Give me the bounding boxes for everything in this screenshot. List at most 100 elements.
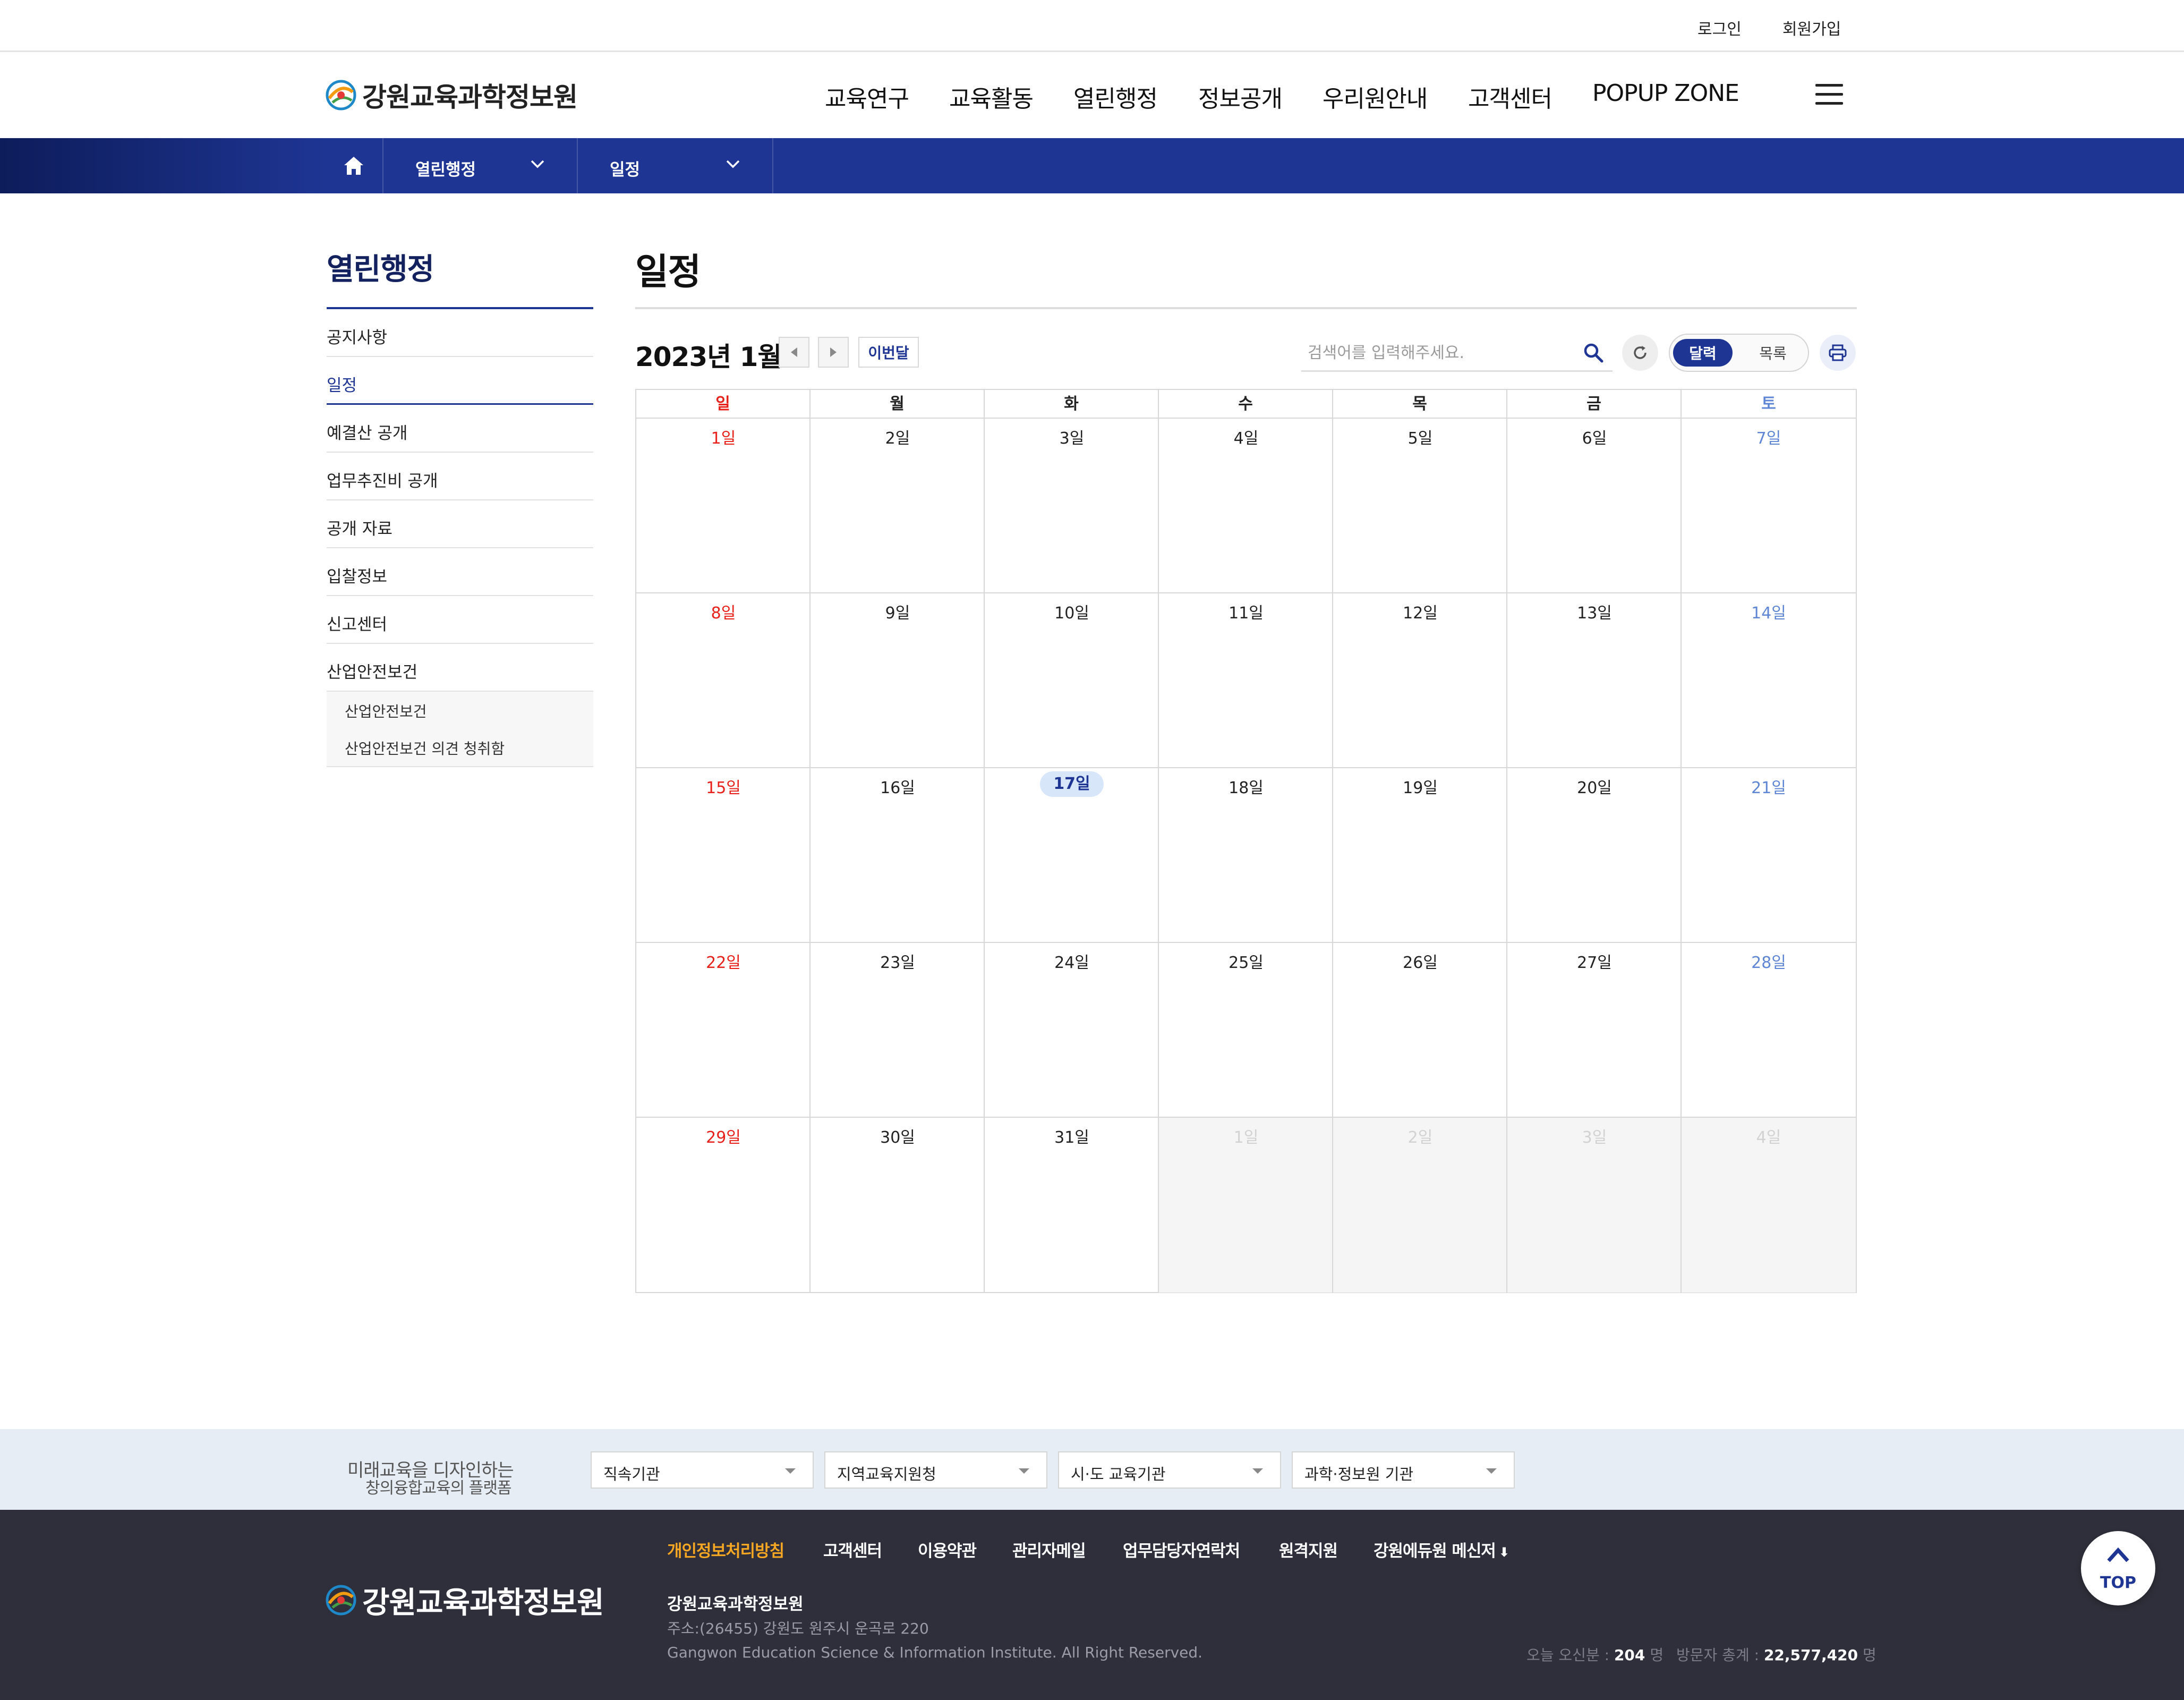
gnb-popup-zone[interactable]: POPUP ZONE: [1592, 80, 1739, 107]
this-month-button[interactable]: 이번달: [858, 337, 919, 368]
calendar-day[interactable]: 23일: [811, 943, 985, 1118]
sidebar-item-expenses[interactable]: 업무추진비 공개: [327, 453, 593, 500]
calendar-day[interactable]: 22일: [636, 943, 811, 1118]
sidebar-item-schedule[interactable]: 일정: [327, 357, 593, 405]
calendar-day[interactable]: 7일: [1682, 419, 1856, 593]
calendar-day[interactable]: 8일: [636, 593, 811, 768]
search-icon[interactable]: [1581, 340, 1606, 366]
day-number: 7일: [1756, 429, 1781, 448]
footer-link-customer[interactable]: 고객센터: [823, 1537, 882, 1561]
footer-slogan: 미래교육을 디자인하는 창의융합교육의 플랫폼: [347, 1456, 528, 1498]
caret-down-icon: [785, 1468, 796, 1474]
view-calendar-button[interactable]: 달력: [1673, 339, 1733, 367]
calendar-day[interactable]: 14일: [1682, 593, 1856, 768]
day-number: 27일: [1577, 954, 1612, 972]
related-select-regional[interactable]: 지역교육지원청: [824, 1451, 1047, 1489]
related-select-direct[interactable]: 직속기관: [591, 1451, 814, 1489]
sidebar-item-bidding[interactable]: 입찰정보: [327, 548, 593, 596]
calendar-day[interactable]: 9일: [811, 593, 985, 768]
calendar-day[interactable]: 5일: [1333, 419, 1507, 593]
menu-icon[interactable]: [1815, 84, 1843, 105]
logo-mark-icon: [326, 1585, 356, 1616]
calendar-day[interactable]: 6일: [1507, 419, 1682, 593]
day-number: 3일: [1059, 429, 1085, 448]
refresh-icon: [1634, 346, 1646, 359]
calendar-day[interactable]: 16일: [811, 768, 985, 943]
calendar-day[interactable]: 20일: [1507, 768, 1682, 943]
gnb-education-activity[interactable]: 교육활동: [949, 80, 1034, 114]
calendar-day[interactable]: 27일: [1507, 943, 1682, 1118]
prev-month-button[interactable]: [779, 337, 809, 368]
footer-link-terms[interactable]: 이용약관: [918, 1537, 977, 1561]
calendar-day[interactable]: 12일: [1333, 593, 1507, 768]
day-number: 22일: [706, 954, 741, 972]
search-input[interactable]: [1308, 341, 1563, 364]
calendar-day[interactable]: 2일: [811, 419, 985, 593]
calendar-day[interactable]: 13일: [1507, 593, 1682, 768]
printer-icon: [1829, 344, 1847, 361]
title-divider: [635, 307, 1857, 309]
calendar-day[interactable]: 15일: [636, 768, 811, 943]
slogan-line2: 창의융합교육의 플랫폼: [365, 1479, 512, 1498]
calendar-day[interactable]: 30일: [811, 1118, 985, 1293]
login-link[interactable]: 로그인: [1697, 16, 1742, 39]
day-number: 3일: [1582, 1128, 1607, 1147]
view-toggle: 달력 목록: [1669, 334, 1809, 372]
top-label: TOP: [2100, 1574, 2136, 1592]
related-select-science[interactable]: 과학·정보원 기관: [1292, 1451, 1515, 1489]
sidebar-subitem-safety[interactable]: 산업안전보건: [345, 700, 427, 721]
calendar-day-today[interactable]: 17일: [985, 768, 1159, 943]
day-number: 4일: [1233, 429, 1259, 448]
scroll-top-button[interactable]: TOP: [2081, 1531, 2155, 1605]
refresh-button[interactable]: [1622, 335, 1658, 371]
sidebar-item-public-data[interactable]: 공개 자료: [327, 500, 593, 548]
footer-link-messenger[interactable]: 강원에듀원 메신저 ⬇: [1373, 1537, 1509, 1561]
visitor-total: 방문자 총계 : 22,577,420 명: [1676, 1646, 1876, 1664]
gnb-info-disclosure[interactable]: 정보공개: [1198, 80, 1283, 114]
calendar-day[interactable]: 1일: [636, 419, 811, 593]
footer-link-contacts[interactable]: 업무담당자연락처: [1123, 1537, 1240, 1561]
gnb-customer-center[interactable]: 고객센터: [1468, 80, 1552, 114]
sidebar-item-budget[interactable]: 예결산 공개: [327, 405, 593, 453]
next-month-button[interactable]: [818, 337, 849, 368]
calendar-day[interactable]: 3일: [985, 419, 1159, 593]
sidebar-item-notice[interactable]: 공지사항: [327, 309, 593, 357]
footer-link-privacy[interactable]: 개인정보처리방침: [667, 1537, 784, 1561]
view-list-button[interactable]: 목록: [1746, 339, 1799, 367]
calendar-day[interactable]: 4일: [1159, 419, 1333, 593]
calendar-day[interactable]: 26일: [1333, 943, 1507, 1118]
footer-link-remote[interactable]: 원격지원: [1279, 1537, 1338, 1561]
gnb-about[interactable]: 우리원안내: [1323, 80, 1428, 114]
calendar-day[interactable]: 10일: [985, 593, 1159, 768]
calendar-week: 1일 2일 3일 4일 5일 6일 7일: [636, 419, 1856, 593]
chevron-down-icon: [726, 160, 740, 168]
related-select-provincial[interactable]: 시·도 교육기관: [1058, 1451, 1281, 1489]
calendar-day[interactable]: 24일: [985, 943, 1159, 1118]
calendar-day[interactable]: 28일: [1682, 943, 1856, 1118]
site-logo[interactable]: 강원교육과학정보원: [325, 78, 578, 113]
calendar-day[interactable]: 19일: [1333, 768, 1507, 943]
calendar-day[interactable]: 29일: [636, 1118, 811, 1293]
home-icon[interactable]: [325, 138, 382, 193]
join-link[interactable]: 회원가입: [1782, 16, 1841, 39]
gnb-open-admin[interactable]: 열린행정: [1073, 80, 1158, 114]
calendar-day[interactable]: 25일: [1159, 943, 1333, 1118]
calendar-day[interactable]: 11일: [1159, 593, 1333, 768]
breadcrumb-level2[interactable]: 일정: [577, 138, 772, 193]
visitor-today-value: 204: [1614, 1646, 1645, 1664]
sidebar-subitem-safety-opinion[interactable]: 산업안전보건 의견 청취함: [345, 737, 505, 759]
gnb-education-research[interactable]: 교육연구: [825, 80, 909, 114]
sidebar-item-report-center[interactable]: 신고센터: [327, 596, 593, 644]
sidebar-item-safety[interactable]: 산업안전보건: [327, 644, 593, 692]
logo-mark-icon: [326, 80, 356, 110]
weekday-sat: 토: [1761, 395, 1776, 413]
print-button[interactable]: [1820, 335, 1856, 371]
calendar-day[interactable]: 18일: [1159, 768, 1333, 943]
breadcrumb-level1[interactable]: 열린행정: [382, 138, 577, 193]
footer-link-admin-mail[interactable]: 관리자메일: [1012, 1537, 1086, 1561]
footer-address: 주소:(26455) 강원도 원주시 운곡로 220: [667, 1620, 929, 1637]
calendar-day[interactable]: 31일: [985, 1118, 1159, 1293]
calendar-day-other-month: 4일: [1682, 1118, 1856, 1293]
caret-down-icon: [1486, 1468, 1497, 1474]
calendar-day[interactable]: 21일: [1682, 768, 1856, 943]
